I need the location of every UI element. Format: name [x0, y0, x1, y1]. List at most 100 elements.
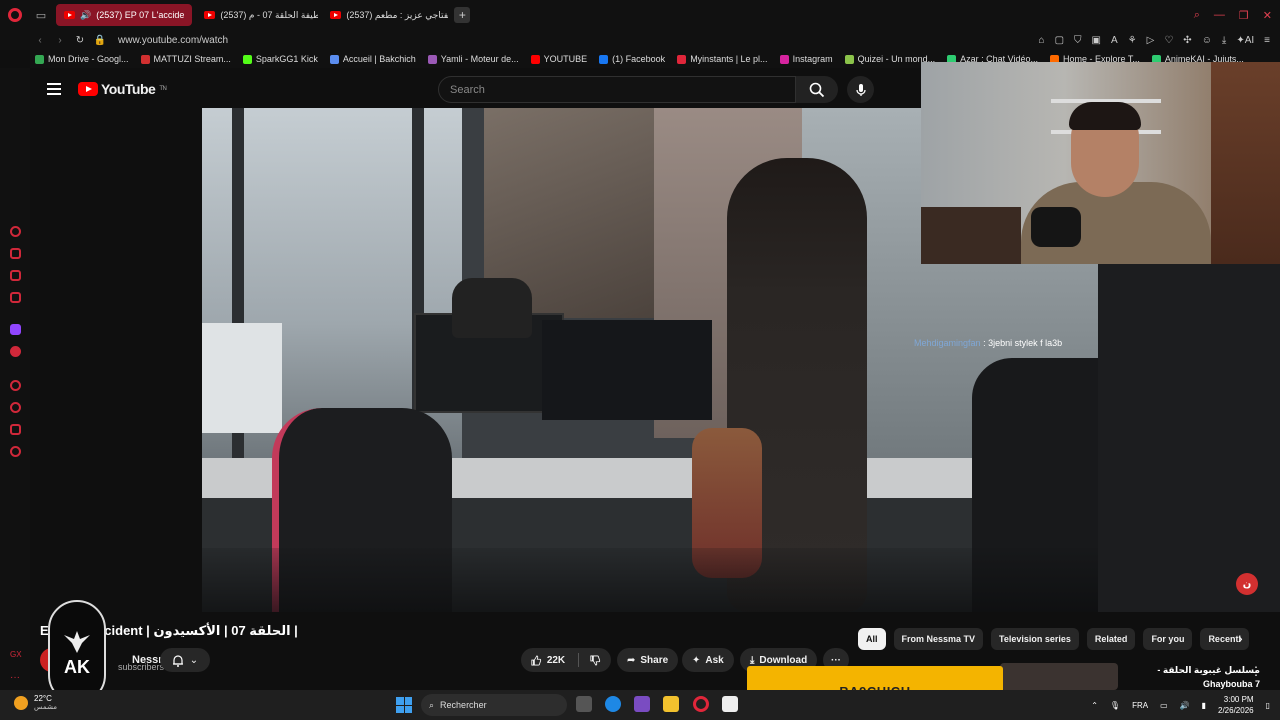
tab-active[interactable]: 🔊 (2537) EP 07 L'accide: [56, 4, 193, 26]
ask-button[interactable]: ✦ Ask: [682, 648, 734, 672]
bookmark-item[interactable]: Instagram: [779, 54, 833, 64]
filter-chip[interactable]: From Nessma TV: [893, 628, 984, 650]
logo-text: AK: [64, 656, 90, 677]
voice-search-button[interactable]: [847, 76, 874, 103]
screen: ▭ 🔊 (2537) EP 07 L'accide (2537) خطيفة ا…: [0, 0, 1280, 720]
recommended-thumbnail[interactable]: [1000, 663, 1118, 690]
bookmark-item[interactable]: MATTUZI Stream...: [140, 54, 231, 64]
forward-icon[interactable]: ›: [50, 35, 70, 46]
opera-logo-icon[interactable]: [0, 0, 30, 30]
profile-icon[interactable]: ☺: [1202, 35, 1212, 46]
snapshot-icon[interactable]: ▢: [1055, 35, 1064, 46]
windows-start-icon[interactable]: [396, 697, 412, 713]
chevron-up-icon[interactable]: ⌃: [1091, 701, 1098, 710]
ai-icon[interactable]: ✦AI: [1236, 35, 1254, 46]
taskbar-search[interactable]: ⌕ Rechercher: [421, 694, 567, 716]
bookmark-item[interactable]: YOUTUBE: [530, 54, 587, 64]
thumbs-down-icon[interactable]: [590, 654, 601, 667]
play-icon[interactable]: ▷: [1147, 35, 1155, 46]
search-icon: ⌕: [429, 699, 435, 710]
download-icon[interactable]: ⤓: [1222, 35, 1226, 46]
phoenix-icon: [64, 630, 90, 653]
bookmark-item[interactable]: Myinstants | Le pl...: [677, 54, 768, 64]
bookmark-favicon-icon: [530, 54, 540, 64]
share-button[interactable]: ➦ Share: [617, 648, 679, 672]
streamer-logo: AK: [48, 600, 106, 704]
filter-chip[interactable]: Related: [1086, 628, 1136, 650]
filter-chip[interactable]: For you: [1143, 628, 1193, 650]
edge-icon[interactable]: [605, 696, 621, 712]
task-view-icon[interactable]: [576, 696, 592, 712]
crypto-wallet-icon[interactable]: [10, 248, 21, 259]
bookmark-item[interactable]: (1) Facebook: [599, 54, 665, 64]
clock[interactable]: 3:00 PM 2/26/2026: [1218, 694, 1254, 716]
weather-widget[interactable]: 22°C مشمس: [14, 694, 57, 711]
network-icon[interactable]: ▭: [1160, 701, 1168, 710]
back-icon[interactable]: ‹: [30, 35, 50, 46]
mail-icon[interactable]: [10, 292, 21, 303]
video-scene: [542, 320, 712, 420]
maximize-icon[interactable]: ❐: [1239, 9, 1249, 22]
filter-chip[interactable]: All: [858, 628, 886, 650]
settings-icon[interactable]: [10, 446, 21, 457]
webcam-scene: [1069, 102, 1141, 130]
volume-icon[interactable]: 🔊: [1180, 701, 1190, 710]
puzzle-icon[interactable]: ✣: [1183, 35, 1191, 46]
file-explorer-icon[interactable]: [663, 696, 679, 712]
shield-icon[interactable]: ⛉: [1074, 35, 1082, 46]
tab[interactable]: (2537) خطيفة الحلقة 07 - م: [196, 4, 318, 26]
guide-menu-icon[interactable]: [47, 83, 61, 95]
bookmark-item[interactable]: Yamli - Moteur de...: [427, 54, 519, 64]
close-icon[interactable]: ✕: [1263, 9, 1272, 22]
copilot-icon[interactable]: [634, 696, 650, 712]
player-icon[interactable]: [10, 380, 21, 391]
extension-icon[interactable]: ⚘: [1128, 35, 1137, 46]
save-icon[interactable]: ▣: [1092, 35, 1101, 46]
gx-icon[interactable]: GX: [10, 650, 24, 661]
tab-switcher-icon[interactable]: ▭: [30, 0, 52, 30]
pin-icon[interactable]: ⌂: [1039, 35, 1045, 46]
new-tab-button[interactable]: +: [454, 7, 471, 23]
recommended-title[interactable]: مسلسل غيبوبة الحلقة - Ghaybouba 7: [1124, 663, 1260, 691]
video-scene: [202, 548, 1098, 612]
time: 3:00 PM: [1223, 695, 1254, 704]
translate-icon[interactable]: A: [1111, 35, 1118, 46]
bookmark-item[interactable]: Accueil | Bakchich: [329, 54, 416, 64]
filter-chip[interactable]: Television series: [991, 628, 1079, 650]
like-button[interactable]: 22K: [521, 648, 611, 672]
mic-tray-icon[interactable]: 🎙: [1110, 701, 1120, 710]
chevron-right-icon[interactable]: ›: [1238, 630, 1243, 646]
bookmark-favicon-icon: [844, 54, 854, 64]
extensions-icon[interactable]: [10, 424, 21, 435]
search-input[interactable]: Search: [438, 76, 796, 103]
bookmark-label: (1) Facebook: [612, 54, 666, 64]
youtube-logo[interactable]: YouTube TN: [78, 81, 167, 97]
url-field[interactable]: www.youtube.com/watch: [118, 35, 228, 46]
more-icon[interactable]: ···: [10, 672, 21, 683]
heart-icon[interactable]: ♡: [1164, 35, 1173, 46]
history-icon[interactable]: [10, 402, 21, 413]
reload-icon[interactable]: ↻: [70, 35, 90, 46]
messenger-icon[interactable]: [10, 270, 21, 281]
more-vert-icon[interactable]: ⋮: [1250, 664, 1262, 678]
minimize-icon[interactable]: —: [1214, 9, 1225, 21]
bookmark-favicon-icon: [677, 54, 687, 64]
speaker-icon[interactable]: 🔊: [80, 10, 91, 21]
menu-icon[interactable]: ≡: [1264, 35, 1270, 46]
opera-gx-icon[interactable]: [693, 696, 709, 712]
search-button[interactable]: [796, 76, 838, 103]
language-indicator[interactable]: FRA: [1132, 701, 1148, 710]
notifications-button[interactable]: ⌄: [160, 648, 210, 672]
search-tabs-icon[interactable]: ⌕: [1194, 9, 1200, 22]
bookmark-item[interactable]: SparkGG1 Kick: [242, 54, 318, 64]
store-icon[interactable]: [722, 696, 738, 712]
twitch-icon[interactable]: [10, 324, 21, 335]
sparkle-icon: ✦: [692, 654, 701, 666]
bookmark-item[interactable]: Mon Drive - Googl...: [35, 54, 129, 64]
lock-icon: 🔒: [93, 34, 107, 46]
notifications-icon[interactable]: ▯: [1266, 701, 1270, 710]
tab[interactable]: (2537) كفتاجي عزيز : مطعم: [322, 4, 448, 26]
aria-icon[interactable]: [10, 226, 21, 237]
opera-account-icon[interactable]: [10, 346, 21, 357]
battery-icon[interactable]: ▮: [1202, 701, 1206, 710]
